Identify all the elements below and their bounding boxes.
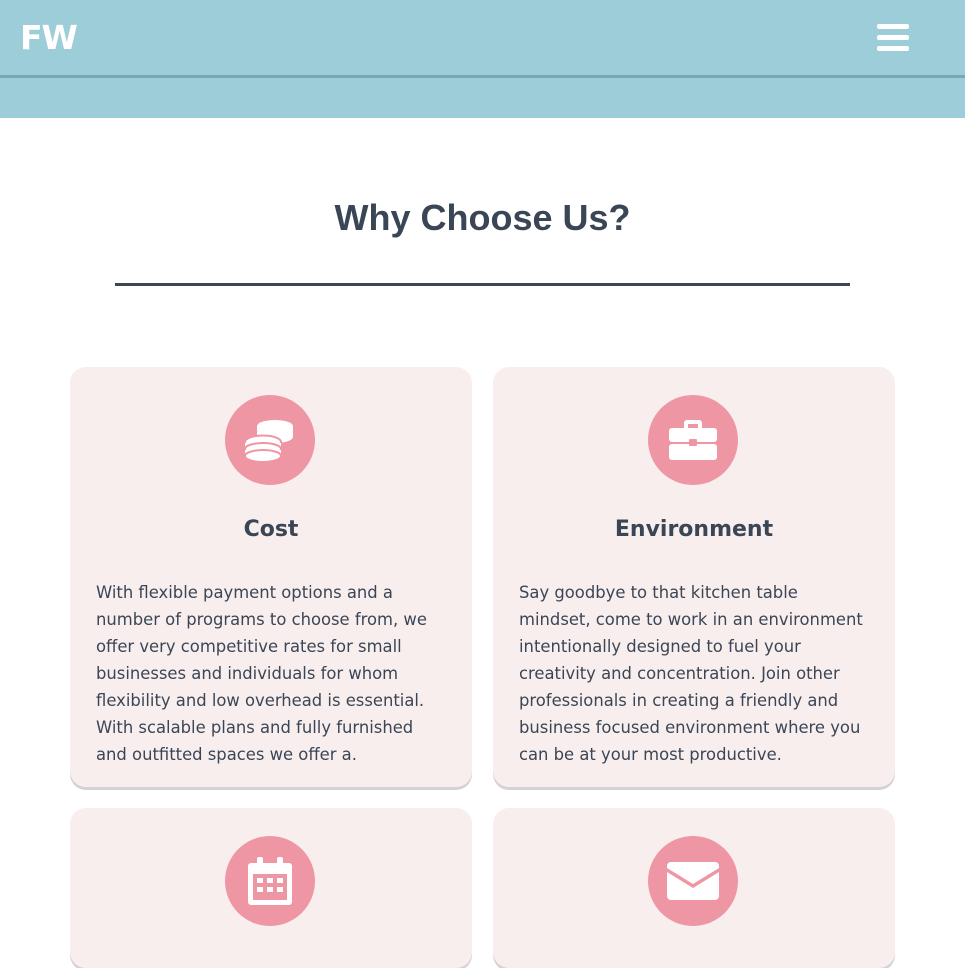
card-description: Say goodbye to that kitchen table mindse… bbox=[519, 583, 863, 764]
card-title: Cost bbox=[243, 517, 299, 542]
hamburger-menu-button[interactable] bbox=[877, 24, 909, 52]
feature-card-schedule bbox=[70, 808, 472, 968]
feature-card-cost: Cost With flexible payment options and a… bbox=[70, 367, 472, 787]
feature-card-environment: Environment Say goodbye to that kitchen … bbox=[493, 367, 895, 787]
hamburger-icon bbox=[877, 46, 909, 51]
feature-card-contact bbox=[493, 808, 895, 968]
section-title: Why Choose Us? bbox=[334, 197, 631, 238]
envelope-icon bbox=[648, 836, 738, 926]
briefcase-icon bbox=[648, 395, 738, 485]
calendar-icon bbox=[225, 836, 315, 926]
top-navbar: FW bbox=[0, 0, 965, 78]
card-description: With flexible payment options and a numb… bbox=[96, 583, 427, 764]
header-banner-strip bbox=[0, 78, 965, 118]
title-divider bbox=[115, 283, 850, 286]
site-logo[interactable]: FW bbox=[20, 18, 78, 58]
card-title: Environment bbox=[614, 517, 774, 542]
hamburger-icon bbox=[877, 35, 909, 40]
hamburger-icon bbox=[877, 24, 909, 29]
coins-icon bbox=[225, 395, 315, 485]
